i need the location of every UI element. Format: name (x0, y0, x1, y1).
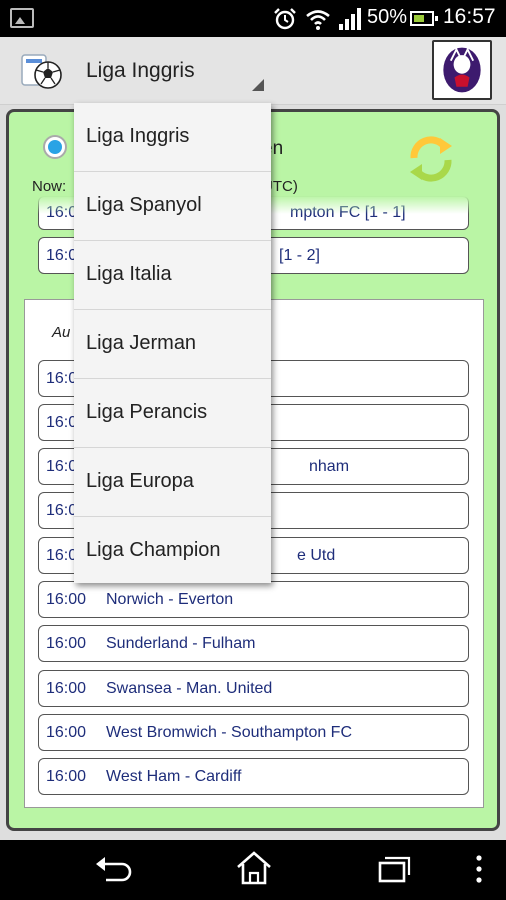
dropdown-item-liga-inggris[interactable]: Liga Inggris (74, 103, 271, 172)
match-teams: [1 - 2] (279, 247, 320, 264)
dropdown-item-liga-spanyol[interactable]: Liga Spanyol (74, 172, 271, 241)
clock: 16:57 (443, 5, 496, 28)
match-time: 16:0 (46, 547, 78, 564)
navigation-bar (0, 840, 506, 900)
dropdown-item-liga-champion[interactable]: Liga Champion (74, 517, 271, 586)
dropdown-item-liga-italia[interactable]: Liga Italia (74, 241, 271, 310)
dropdown-item-label: Liga Europa (86, 470, 194, 492)
now-label: Now: (32, 178, 67, 195)
league-spinner-label: Liga Inggris (86, 59, 195, 82)
refresh-icon[interactable] (406, 132, 456, 186)
signal-icon (339, 8, 361, 30)
league-dropdown: Liga Inggris Liga Spanyol Liga Italia Li… (74, 103, 271, 583)
back-icon[interactable] (94, 854, 134, 884)
match-item[interactable]: 16:00 Norwich - Everton (38, 581, 469, 618)
battery-percentage: 50% (367, 6, 408, 28)
match-item[interactable]: 16:00 West Ham - Cardiff (38, 758, 469, 795)
spinner-arrow-icon (252, 79, 264, 91)
match-time: 16:00 (46, 635, 87, 652)
home-icon[interactable] (234, 850, 274, 886)
dropdown-item-liga-jerman[interactable]: Liga Jerman (74, 310, 271, 379)
match-time: 16:0 (46, 502, 78, 519)
match-teams: Sunderland - Fulham (106, 635, 256, 652)
recent-apps-icon[interactable] (374, 854, 414, 884)
dropdown-item-label: Liga Spanyol (86, 194, 202, 216)
dropdown-item-label: Liga Italia (86, 263, 172, 285)
overflow-menu-icon[interactable] (472, 854, 486, 884)
battery-icon (410, 11, 438, 26)
date-radio-button[interactable] (43, 135, 67, 159)
match-time: 16:0 (46, 414, 78, 431)
match-teams: West Ham - Cardiff (106, 768, 242, 785)
match-teams: West Bromwich - Southampton FC (106, 724, 353, 741)
league-spinner[interactable]: Liga Inggris (78, 45, 270, 97)
dropdown-item-liga-europa[interactable]: Liga Europa (74, 448, 271, 517)
match-teams: Norwich - Everton (106, 591, 234, 608)
match-item[interactable]: 16:00 West Bromwich - Southampton FC (38, 714, 469, 751)
match-time: 16:0 (46, 370, 78, 387)
action-bar: Liga Inggris (0, 37, 506, 105)
match-time: 16:0 (46, 247, 78, 264)
match-time: 16:00 (46, 724, 87, 741)
match-time: 16:0 (46, 458, 78, 475)
dropdown-item-label: Liga Perancis (86, 401, 208, 423)
image-icon (10, 8, 34, 28)
match-teams: Swansea - Man. United (106, 680, 273, 697)
date-label: Au (52, 324, 71, 341)
status-bar: 50% 16:57 (0, 0, 506, 37)
match-item[interactable]: 16:00 Swansea - Man. United (38, 670, 469, 707)
match-time: 16:00 (46, 768, 87, 785)
dropdown-item-label: Liga Inggris (86, 125, 190, 147)
match-time: 16:00 (46, 680, 87, 697)
dropdown-item-label: Liga Champion (86, 539, 221, 561)
match-teams: nham (309, 458, 350, 475)
dropdown-item-label: Liga Jerman (86, 332, 197, 354)
match-item[interactable]: 16:00 Sunderland - Fulham (38, 625, 469, 662)
match-teams: e Utd (297, 547, 336, 564)
app-icon[interactable] (20, 51, 64, 91)
wifi-icon (306, 10, 330, 30)
dropdown-item-liga-perancis[interactable]: Liga Perancis (74, 379, 271, 448)
match-time: 16:00 (46, 591, 87, 608)
premier-league-logo (432, 40, 492, 100)
alarm-icon (274, 8, 296, 30)
